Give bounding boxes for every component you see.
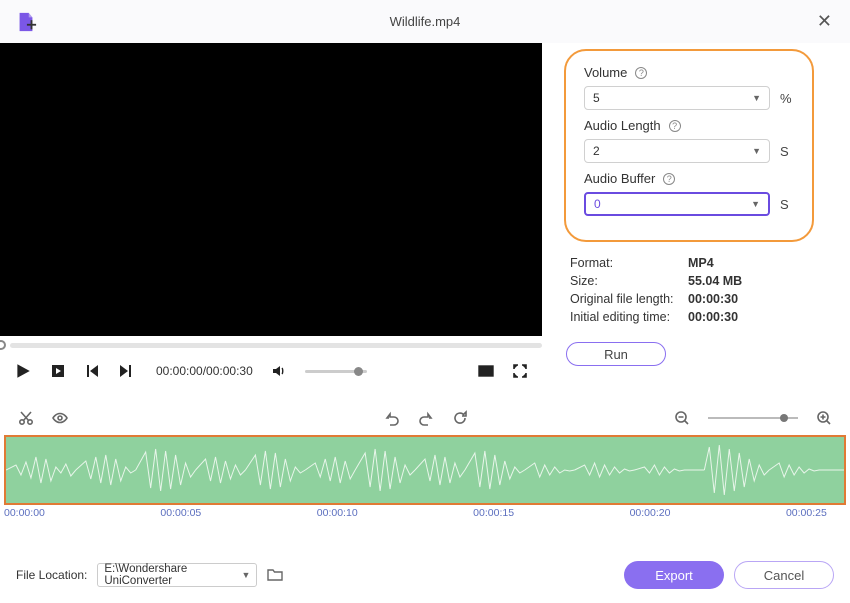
redo-icon[interactable] [418, 410, 434, 426]
window-title: Wildlife.mp4 [390, 14, 461, 29]
next-frame-icon[interactable] [118, 363, 134, 379]
zoom-in-icon[interactable] [816, 410, 832, 426]
help-icon[interactable]: ? [635, 67, 647, 79]
export-button[interactable]: Export [624, 561, 724, 589]
audio-length-unit: S [780, 144, 794, 159]
size-label: Size: [570, 274, 676, 288]
waveform[interactable] [4, 435, 846, 505]
orig-length-value: 00:00:30 [688, 292, 738, 306]
time-ruler: 00:00:00 00:00:05 00:00:10 00:00:15 00:0… [0, 505, 850, 519]
format-label: Format: [570, 256, 676, 270]
audio-length-select[interactable]: 2▼ [584, 139, 770, 163]
orig-length-label: Original file length: [570, 292, 676, 306]
run-button[interactable]: Run [566, 342, 666, 366]
cancel-button[interactable]: Cancel [734, 561, 834, 589]
cut-icon[interactable] [18, 410, 34, 426]
refresh-icon[interactable] [452, 410, 468, 426]
volume-slider[interactable] [305, 370, 367, 373]
volume-unit: % [780, 91, 794, 106]
format-value: MP4 [688, 256, 714, 270]
file-location-label: File Location: [16, 568, 87, 582]
time-display: 00:00:00/00:00:30 [156, 364, 253, 378]
scrub-track[interactable] [10, 343, 542, 348]
init-time-value: 00:00:30 [688, 310, 738, 324]
init-time-label: Initial editing time: [570, 310, 676, 324]
audio-buffer-unit: S [780, 197, 794, 212]
audio-params-group: Volume? 5▼ % Audio Length? 2▼ S Audio Bu… [564, 49, 814, 242]
zoom-out-icon[interactable] [674, 410, 690, 426]
zoom-slider[interactable] [708, 417, 798, 419]
volume-icon[interactable] [271, 363, 287, 379]
stop-icon[interactable] [50, 363, 66, 379]
play-icon[interactable] [14, 362, 32, 380]
size-value: 55.04 MB [688, 274, 742, 288]
fullscreen-icon[interactable] [512, 363, 528, 379]
audio-buffer-select[interactable]: 0▼ [584, 192, 770, 216]
prev-frame-icon[interactable] [84, 363, 100, 379]
app-logo-icon [15, 11, 37, 33]
playhead-handle[interactable] [0, 340, 6, 350]
help-icon[interactable]: ? [669, 120, 681, 132]
audio-buffer-label: Audio Buffer [584, 171, 655, 186]
snapshot-icon[interactable] [478, 363, 494, 379]
folder-icon[interactable] [267, 568, 283, 582]
eye-icon[interactable] [52, 410, 68, 426]
volume-label: Volume [584, 65, 627, 80]
audio-length-label: Audio Length [584, 118, 661, 133]
help-icon[interactable]: ? [663, 173, 675, 185]
close-icon[interactable]: ✕ [817, 11, 832, 32]
volume-select[interactable]: 5▼ [584, 86, 770, 110]
video-preview [0, 43, 542, 336]
undo-icon[interactable] [384, 410, 400, 426]
file-location-select[interactable]: E:\Wondershare UniConverter▼ [97, 563, 257, 587]
